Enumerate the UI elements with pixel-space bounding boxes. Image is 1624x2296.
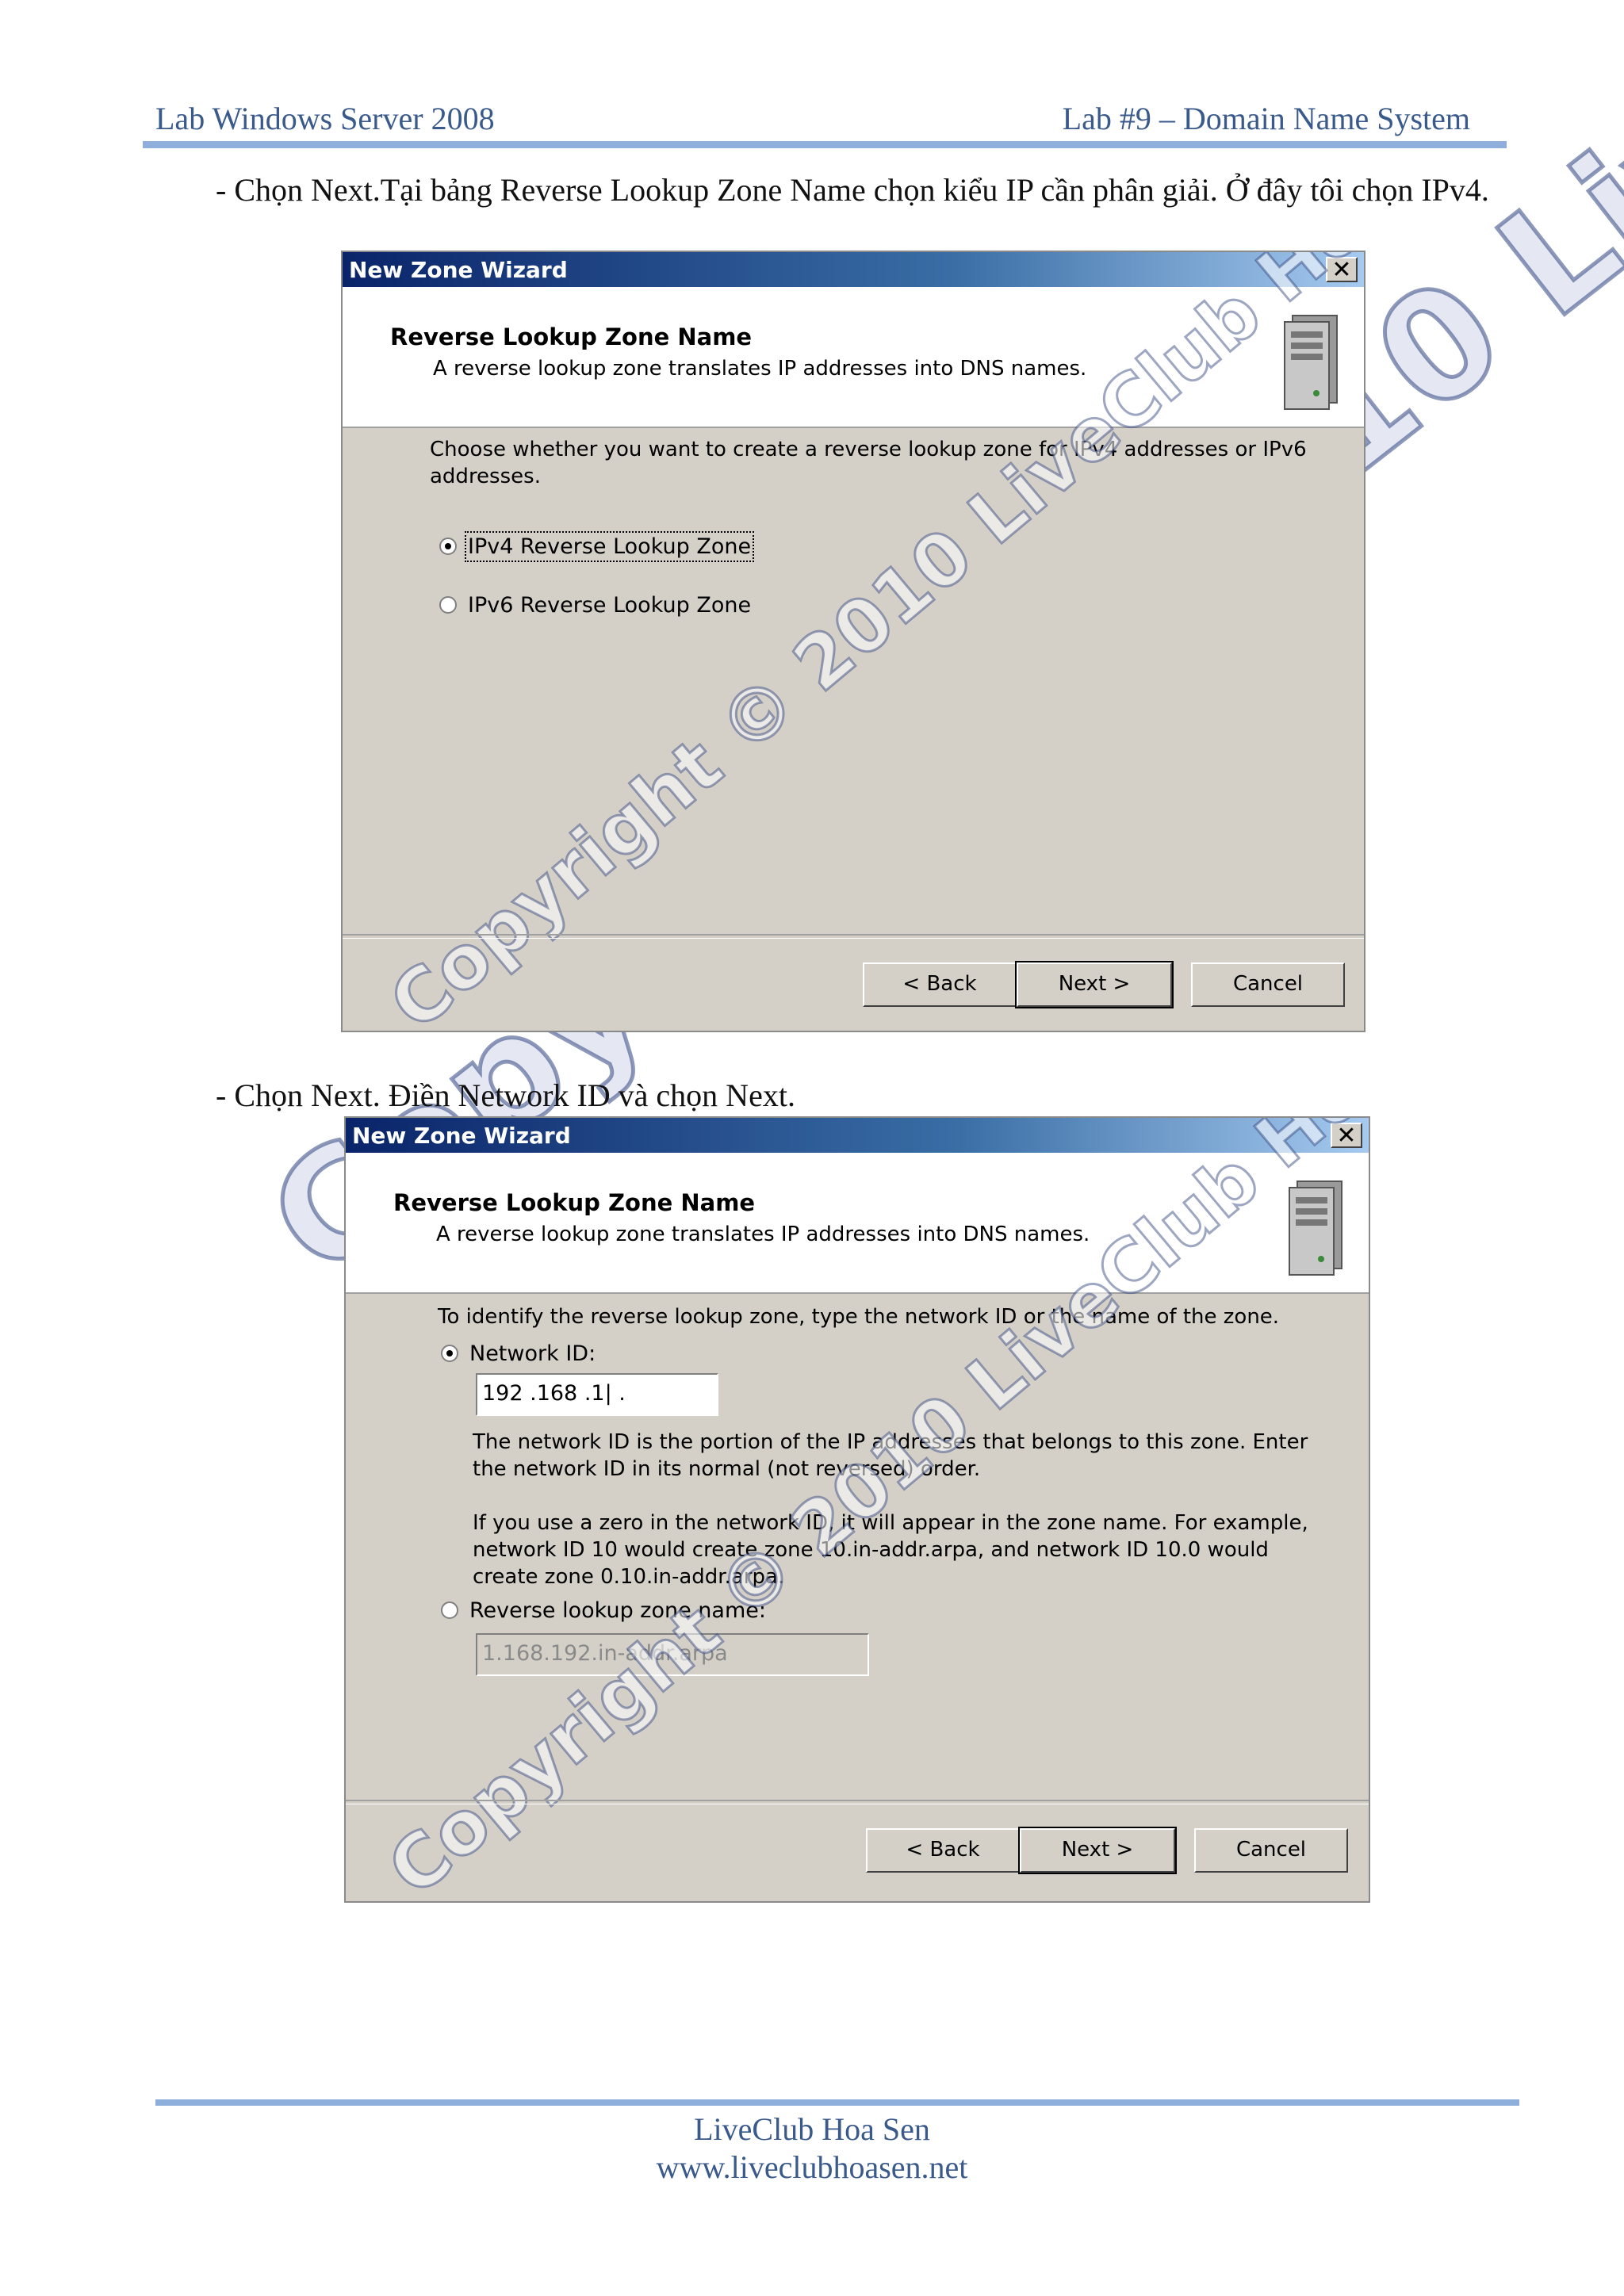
wizard-subheading: A reverse lookup zone translates IP addr… (433, 357, 1087, 381)
network-id-option[interactable]: Network ID: (441, 1341, 758, 1370)
wizard-prompt: To identify the reverse lookup zone, typ… (438, 1305, 1280, 1329)
page-header: Lab Windows Server 2008 Lab #9 – Domain … (155, 94, 1472, 141)
wizard-header-area: Reverse Lookup Zone Name A reverse looku… (343, 287, 1364, 428)
zone-name-label[interactable]: Reverse lookup zone name: (469, 1598, 766, 1623)
footer-org-name: LiveClub Hoa Sen (694, 2111, 930, 2147)
next-button[interactable]: Next > (1018, 1827, 1177, 1874)
header-divider (143, 141, 1507, 148)
cancel-button[interactable]: Cancel (1191, 962, 1345, 1007)
network-id-input[interactable]: 192 .168 .1| . (476, 1373, 718, 1416)
server-icon (1289, 1181, 1342, 1276)
cancel-button[interactable]: Cancel (1194, 1828, 1348, 1873)
wizard-heading: Reverse Lookup Zone Name (390, 323, 753, 350)
zone-name-option[interactable]: Reverse lookup zone name: (441, 1598, 837, 1627)
ipv4-label[interactable]: IPv4 Reverse Lookup Zone (464, 531, 755, 562)
back-button[interactable]: < Back (866, 1828, 1020, 1873)
dialog-title: New Zone Wizard (349, 257, 568, 283)
back-button[interactable]: < Back (863, 962, 1017, 1007)
footer-divider (155, 2099, 1519, 2106)
wizard-header-area: Reverse Lookup Zone Name A reverse looku… (346, 1153, 1369, 1294)
ipv6-radio[interactable] (439, 596, 457, 614)
ipv6-label[interactable]: IPv6 Reverse Lookup Zone (468, 593, 751, 618)
button-separator (343, 934, 1364, 939)
wizard-subheading: A reverse lookup zone translates IP addr… (436, 1223, 1090, 1246)
next-button[interactable]: Next > (1015, 961, 1174, 1008)
close-button[interactable]: ✕ (1331, 1123, 1362, 1148)
header-left-title: Lab Windows Server 2008 (155, 101, 495, 136)
wizard-heading: Reverse Lookup Zone Name (393, 1189, 756, 1216)
server-icon (1284, 315, 1338, 410)
dialog-titlebar: New Zone Wizard ✕ (346, 1118, 1369, 1153)
network-id-label[interactable]: Network ID: (469, 1341, 596, 1366)
ipv4-radio[interactable] (439, 538, 457, 555)
dialog-title: New Zone Wizard (352, 1123, 571, 1149)
close-button[interactable]: ✕ (1326, 257, 1358, 282)
wizard-prompt: Choose whether you want to create a reve… (430, 438, 1307, 488)
zone-name-input[interactable]: 1.168.192.in-addr.arpa (476, 1633, 869, 1676)
zero-network-id-info: If you use a zero in the network ID, it … (473, 1511, 1308, 1589)
zone-name-radio[interactable] (441, 1601, 458, 1619)
network-id-info: The network ID is the portion of the IP … (473, 1430, 1308, 1481)
network-id-radio[interactable] (441, 1345, 458, 1362)
instruction-paragraph-2: - Chọn Next. Điền Network ID và chọn Nex… (216, 1077, 795, 1113)
new-zone-wizard-dialog-1: New Zone Wizard ✕ Reverse Lookup Zone Na… (341, 251, 1365, 1032)
ipv6-option[interactable]: IPv6 Reverse Lookup Zone (439, 593, 836, 622)
ipv4-option[interactable]: IPv4 Reverse Lookup Zone (439, 531, 836, 563)
button-separator (346, 1800, 1369, 1804)
header-right-title: Lab #9 – Domain Name System (1062, 101, 1470, 136)
footer-website[interactable]: www.liveclubhoasen.net (0, 2149, 1624, 2186)
new-zone-wizard-dialog-2: New Zone Wizard ✕ Reverse Lookup Zone Na… (344, 1116, 1370, 1903)
instruction-paragraph-1: - Chọn Next.Tại bảng Reverse Lookup Zone… (216, 172, 1489, 208)
dialog-titlebar: New Zone Wizard ✕ (343, 252, 1364, 287)
